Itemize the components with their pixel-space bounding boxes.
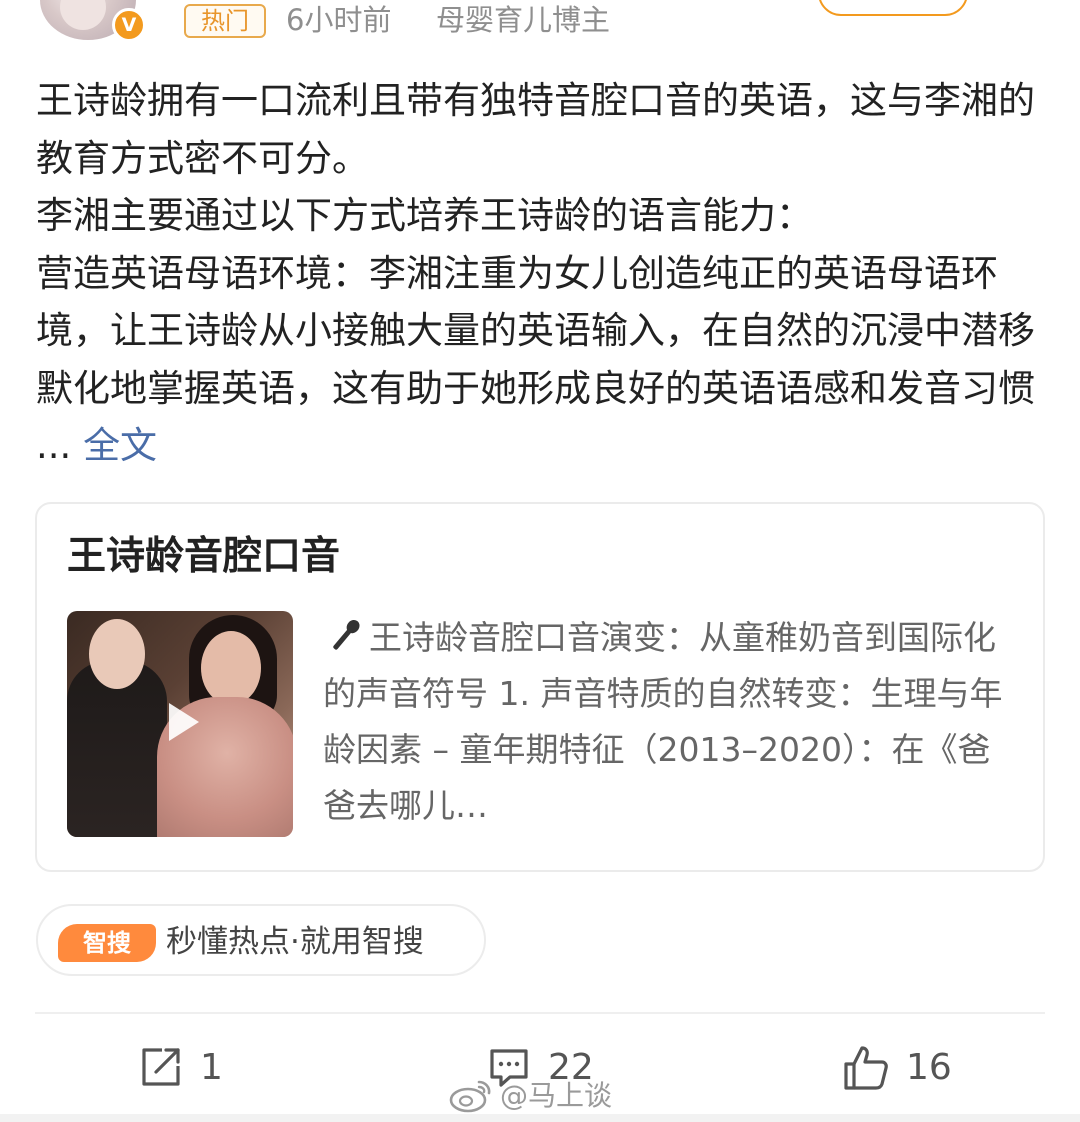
- bottom-strip: [0, 1114, 1080, 1122]
- thumbs-up-icon: [844, 1046, 888, 1090]
- smart-search-pill[interactable]: 智搜 秒懂热点·就用智搜: [36, 904, 486, 976]
- post-paragraph: 营造英语母语环境：李湘注重为女儿创造纯正的英语母语环境，让王诗龄从小接触大量的英…: [36, 245, 1046, 475]
- card-title[interactable]: 王诗龄音腔口音: [67, 532, 340, 582]
- card-description-text: 王诗龄音腔口音演变：从童稚奶音到国际化的声音符号 1. 声音特质的自然转变：生理…: [323, 618, 1003, 825]
- post-paragraph: 李湘主要通过以下方式培养王诗龄的语言能力：: [36, 194, 813, 237]
- post-time: 6小时前: [286, 3, 392, 37]
- thumbnail-face-left: [89, 619, 145, 689]
- video-thumbnail[interactable]: [67, 611, 293, 837]
- divider: [35, 1012, 1045, 1014]
- post-header: V 热门 6小时前 母婴育儿博主: [0, 0, 1080, 60]
- smart-search-badge: 智搜: [58, 924, 156, 962]
- full-text-link[interactable]: 全文: [83, 424, 157, 467]
- post-paragraph: 王诗龄拥有一口流利且带有独特音腔口音的英语，这与李湘的教育方式密不可分。: [36, 79, 1035, 180]
- play-icon[interactable]: [155, 697, 205, 747]
- repost-icon: [142, 1048, 180, 1086]
- topic-card[interactable]: 王诗龄音腔口音 王诗龄音腔口音演变：从童稚奶音到国际化的声音符号 1. 声音特质…: [35, 502, 1045, 872]
- hot-badge: 热门: [184, 4, 266, 38]
- post-paragraph-text: 营造英语母语环境：李湘注重为女儿创造纯正的英语母语环境，让王诗龄从小接触大量的英…: [36, 251, 1035, 468]
- follow-button[interactable]: [818, 0, 968, 16]
- like-button[interactable]: 16: [842, 1040, 962, 1096]
- smart-search-text: 秒懂热点·就用智搜: [166, 924, 424, 960]
- like-count: 16: [906, 1047, 952, 1088]
- repost-button[interactable]: 1: [138, 1040, 228, 1096]
- avatar-face: [60, 0, 106, 30]
- post-body[interactable]: 王诗龄拥有一口流利且带有独特音腔口音的英语，这与李湘的教育方式密不可分。 李湘主…: [36, 72, 1046, 475]
- weibo-logo-icon: [449, 1080, 491, 1113]
- thumbnail-face-right: [201, 631, 261, 705]
- watermark-text: @马上谈: [500, 1079, 613, 1112]
- microphone-icon: [333, 619, 360, 650]
- verified-badge-icon: V: [112, 8, 146, 42]
- card-description[interactable]: 王诗龄音腔口音演变：从童稚奶音到国际化的声音符号 1. 声音特质的自然转变：生理…: [323, 610, 1023, 834]
- author-category: 母婴育儿博主: [436, 3, 611, 37]
- repost-count: 1: [200, 1047, 223, 1088]
